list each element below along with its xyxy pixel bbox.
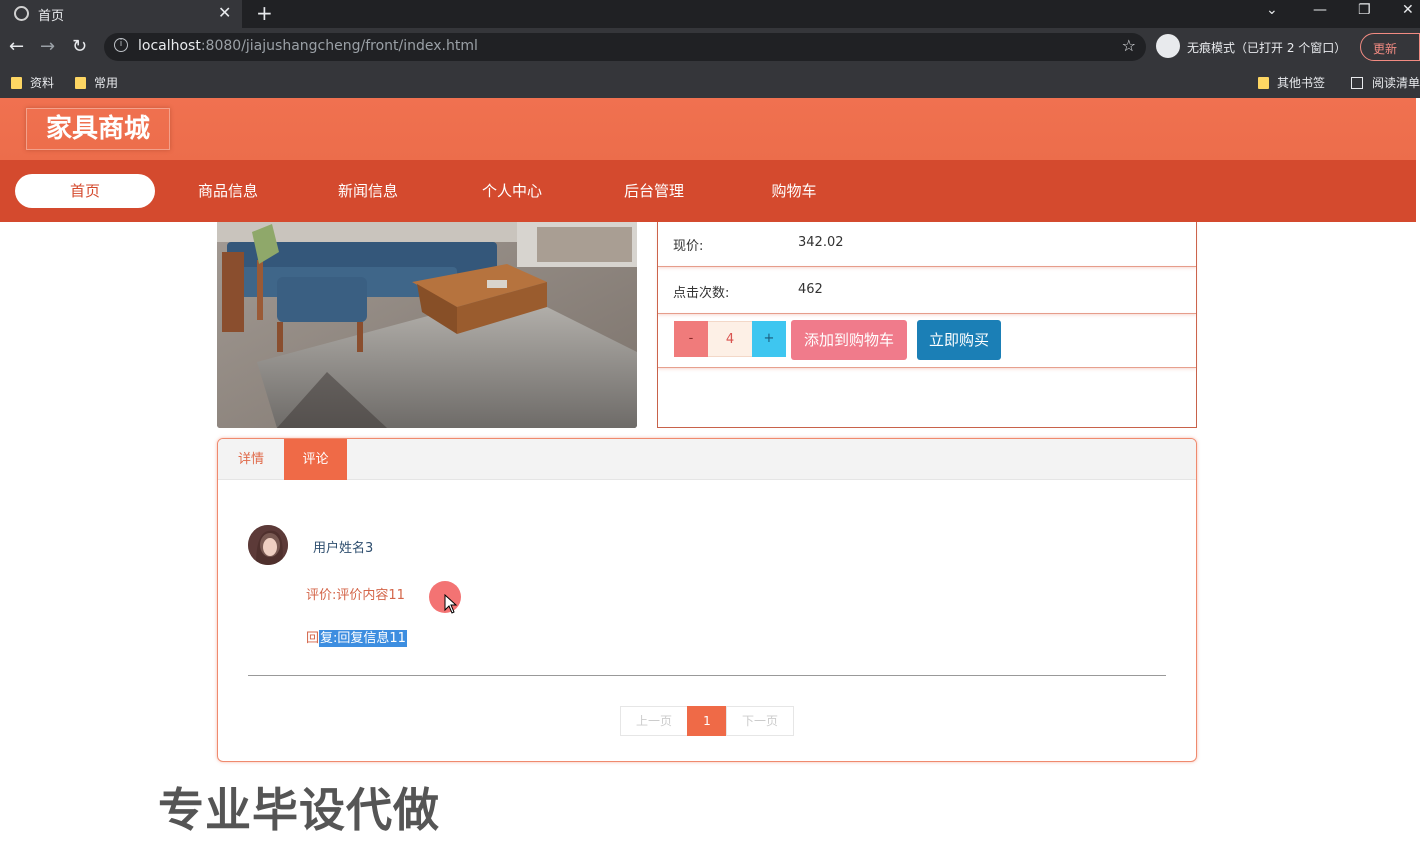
nav-admin[interactable]: 后台管理 <box>604 174 704 208</box>
price-label: 现价: <box>673 239 704 254</box>
pagination-prev[interactable]: 上一页 <box>620 706 688 736</box>
reload-icon[interactable]: ↻ <box>72 36 87 57</box>
browser-tab[interactable]: 首页 ✕ <box>0 0 242 28</box>
new-tab-icon[interactable]: + <box>256 1 273 25</box>
globe-icon <box>14 6 29 21</box>
clicks-row: 点击次数: 462 <box>658 267 1196 314</box>
quantity-decrease-button[interactable]: - <box>674 321 708 357</box>
minimize-icon[interactable]: — <box>1313 2 1327 18</box>
bookmark-label: 阅读清单 <box>1372 76 1420 90</box>
site-info-icon[interactable]: i <box>114 38 128 52</box>
main-nav: 首页 商品信息 新闻信息 个人中心 后台管理 购物车 <box>0 160 1416 222</box>
reply-selected-text: 复:回复信息11 <box>319 630 407 647</box>
folder-icon <box>11 77 22 89</box>
bookmark-folder-other[interactable]: 其他书签 <box>1258 74 1325 91</box>
detail-comment-panel: 详情 评论 用户姓名3 评价:评价内容11 回复:回复信息11 上一页 1 下一… <box>217 438 1197 762</box>
site-header: 家具商城 <box>0 98 1416 160</box>
back-arrow-icon[interactable]: ← <box>9 36 24 57</box>
bookmark-star-icon[interactable]: ☆ <box>1122 36 1136 55</box>
bookmark-label: 常用 <box>94 76 119 90</box>
reply-prefix: 回 <box>306 631 320 646</box>
product-info-panel: 现价: 342.02 点击次数: 462 - 4 + 添加到购物车 立即购买 <box>657 222 1197 428</box>
pagination-next[interactable]: 下一页 <box>726 706 794 736</box>
close-tab-icon[interactable]: ✕ <box>218 3 231 22</box>
nav-products[interactable]: 商品信息 <box>178 174 278 208</box>
nav-home[interactable]: 首页 <box>15 174 155 208</box>
address-bar[interactable]: i localhost:8080/jiajushangcheng/front/i… <box>104 33 1146 61</box>
quantity-increase-button[interactable]: + <box>752 321 786 357</box>
product-image <box>217 222 637 428</box>
browser-tab-title: 首页 <box>38 9 65 24</box>
clicks-label: 点击次数: <box>673 286 730 301</box>
quantity-input[interactable]: 4 <box>708 321 752 357</box>
update-label: 更新 <box>1373 42 1398 56</box>
browser-toolbar: ← → ↻ i localhost:8080/jiajushangcheng/f… <box>0 28 1420 66</box>
price-row: 现价: 342.02 <box>658 222 1196 267</box>
comment-divider <box>248 675 1166 676</box>
comment-reply: 回复:回复信息11 <box>306 627 407 647</box>
restore-icon[interactable]: ❐ <box>1358 2 1371 18</box>
bookmark-label: 其他书签 <box>1277 76 1326 90</box>
comment-username: 用户姓名3 <box>313 541 374 556</box>
site-logo[interactable]: 家具商城 <box>26 108 170 150</box>
price-value: 342.02 <box>798 235 844 250</box>
folder-icon <box>1258 77 1269 89</box>
clicks-value: 462 <box>798 282 823 297</box>
bookmarks-bar: 资料 常用 其他书签 阅读清单 <box>0 66 1420 98</box>
bookmark-folder-changyong[interactable]: 常用 <box>75 74 118 91</box>
window-close-icon[interactable]: ✕ <box>1402 2 1414 18</box>
browser-tab-strip: 首页 ✕ + ⌄ — ❐ ✕ <box>0 0 1420 28</box>
bookmark-label: 资料 <box>30 76 55 90</box>
tab-search-icon[interactable]: ⌄ <box>1266 2 1278 18</box>
incognito-icon <box>1156 34 1180 58</box>
add-to-cart-button[interactable]: 添加到购物车 <box>791 320 907 360</box>
pagination-page-1[interactable]: 1 <box>687 706 727 736</box>
nav-personal-center[interactable]: 个人中心 <box>462 174 562 208</box>
mouse-cursor-icon <box>444 594 458 614</box>
incognito-label: 无痕模式（已打开 2 个窗口） <box>1187 41 1347 55</box>
nav-cart[interactable]: 购物车 <box>744 174 844 208</box>
forward-arrow-icon[interactable]: → <box>40 36 55 57</box>
reading-list[interactable]: 阅读清单 <box>1351 74 1420 91</box>
url-text: localhost:8080/jiajushangcheng/front/ind… <box>138 38 478 54</box>
update-button[interactable]: 更新 <box>1360 33 1420 61</box>
detail-tabbar: 详情 评论 <box>218 439 1196 480</box>
url-host: localhost <box>138 38 201 54</box>
comment-content: 评价:评价内容11 <box>306 588 405 603</box>
url-path: :8080/jiajushangcheng/front/index.html <box>200 38 478 54</box>
tab-details[interactable]: 详情 <box>218 439 284 480</box>
folder-icon <box>75 77 86 89</box>
nav-news[interactable]: 新闻信息 <box>318 174 418 208</box>
tab-comments[interactable]: 评论 <box>284 439 347 480</box>
bookmark-folder-ziliao[interactable]: 资料 <box>11 74 54 91</box>
avatar <box>248 525 288 565</box>
buy-now-button[interactable]: 立即购买 <box>917 320 1001 360</box>
watermark-text: 专业毕设代做 <box>158 783 440 837</box>
reading-list-icon <box>1351 77 1363 89</box>
